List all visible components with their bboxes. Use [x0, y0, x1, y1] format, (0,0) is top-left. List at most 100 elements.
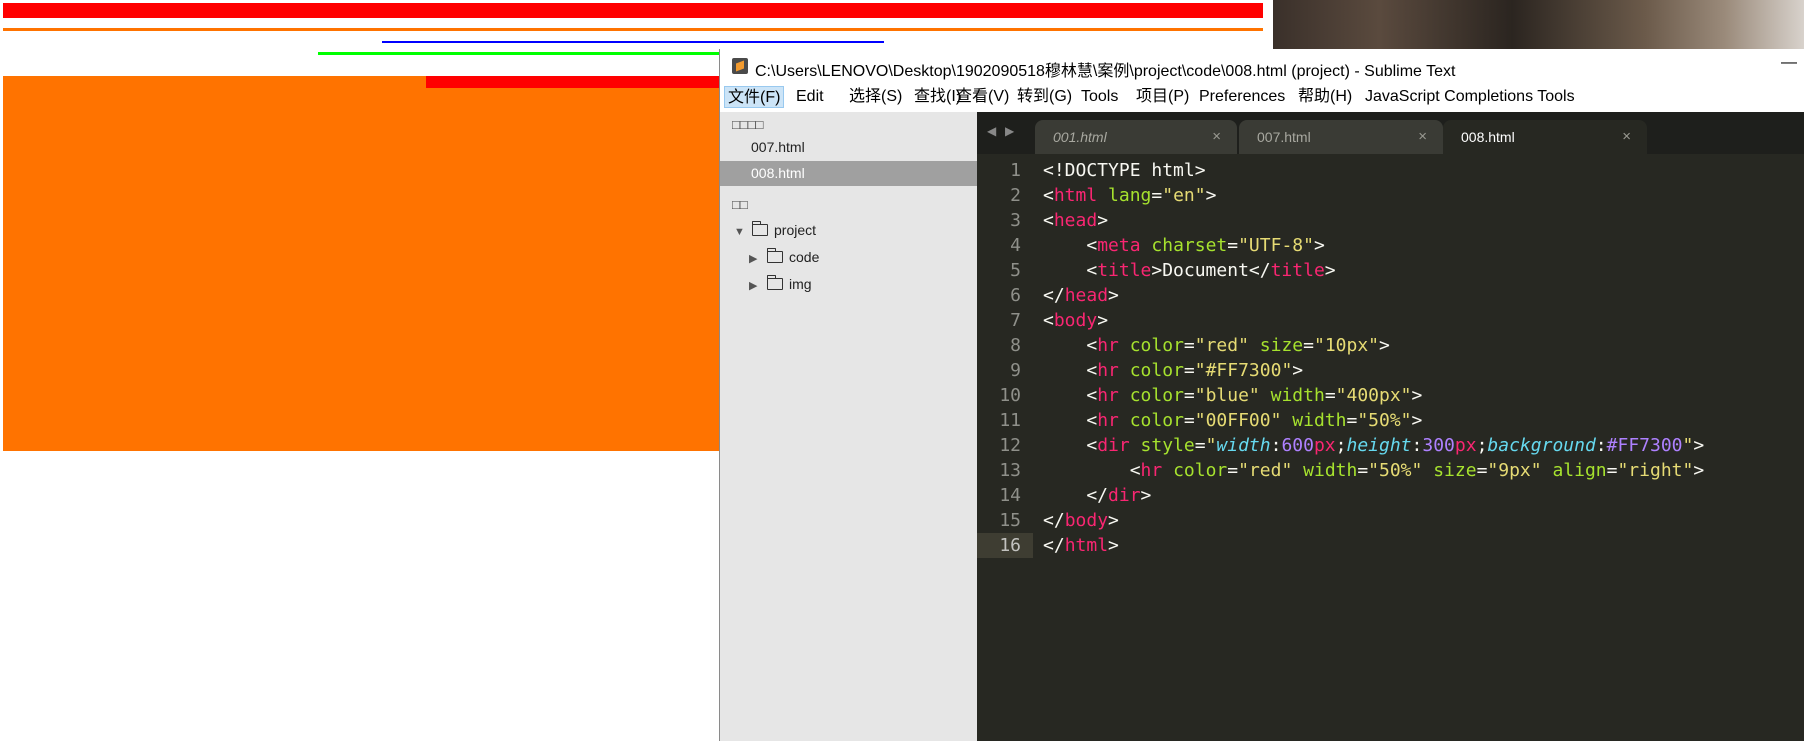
code-line: <head>	[1043, 208, 1108, 233]
code-token: ;	[1476, 435, 1488, 456]
code-token: head	[1064, 285, 1109, 306]
collapse-arrow-icon[interactable]: ▶	[749, 248, 763, 270]
tree-item-img[interactable]: ▶ img	[749, 273, 812, 295]
code-token: <	[1043, 185, 1054, 206]
code-token: "red"	[1194, 335, 1249, 356]
menu-tools[interactable]: Tools	[1078, 86, 1121, 108]
code-token: >	[1411, 385, 1423, 406]
tab-forward-icon[interactable]: ▶	[1005, 124, 1014, 138]
orange-dir-box	[3, 76, 753, 451]
code-line: <title>Document</title>	[1043, 258, 1336, 283]
code-token: color	[1129, 385, 1184, 406]
tab-001[interactable]: 001.html ×	[1035, 120, 1237, 154]
code-token: =	[1194, 435, 1206, 456]
code-token: ;	[1335, 435, 1347, 456]
open-files-header: □□□□	[732, 117, 764, 132]
line-number: 12	[999, 435, 1021, 456]
code-token: body	[1064, 510, 1109, 531]
menu-edit[interactable]: Edit	[793, 86, 827, 108]
open-file-item[interactable]: 007.html	[720, 135, 977, 160]
code-token: =	[1183, 335, 1195, 356]
code-token: hr	[1097, 385, 1119, 406]
menu-preferences[interactable]: Preferences	[1196, 86, 1288, 108]
code-token: color	[1129, 410, 1184, 431]
code-token: body	[1053, 310, 1098, 331]
code-token: width	[1216, 435, 1271, 456]
code-area[interactable]: 1 2 3 4 5 6 7 8 9 10 11 12 13 14 15 16 <!DOCTYPE html> <h…	[977, 154, 1804, 741]
code-token: width	[1292, 410, 1347, 431]
code-token: px	[1454, 435, 1477, 456]
tab-close-icon[interactable]: ×	[1418, 128, 1427, 145]
tab-close-icon[interactable]: ×	[1622, 128, 1631, 145]
expand-arrow-icon[interactable]: ▼	[734, 221, 748, 243]
code-token: >	[1324, 260, 1336, 281]
tree-item-project[interactable]: ▼ project	[734, 219, 816, 241]
code-token: "UTF-8"	[1238, 235, 1314, 256]
menu-bar: 文件(F) Edit 选择(S) 查找(I) 查看(V) 转到(G) Tools…	[720, 82, 1804, 112]
code-token: color	[1129, 335, 1184, 356]
code-token: >	[1693, 435, 1705, 456]
code-line: </dir>	[1043, 483, 1151, 508]
code-token: lang	[1108, 185, 1152, 206]
menu-project[interactable]: 项目(P)	[1133, 86, 1192, 108]
menu-help[interactable]: 帮助(H)	[1295, 86, 1355, 108]
code-token: "9px"	[1487, 460, 1542, 481]
line-number: 1	[1010, 160, 1021, 181]
tab-back-icon[interactable]: ◀	[987, 124, 996, 138]
code-token: <	[1043, 385, 1098, 406]
code-token: >	[1313, 235, 1325, 256]
tab-bar: ◀ ▶ 001.html × 007.html × 008.html ×	[977, 112, 1804, 154]
code-line: </head>	[1043, 283, 1119, 308]
code-token: <	[1043, 460, 1141, 481]
code-token: :	[1411, 435, 1423, 456]
tab-007[interactable]: 007.html ×	[1239, 120, 1443, 154]
open-file-item-selected[interactable]: 008.html	[720, 161, 977, 186]
code-token: hr	[1140, 460, 1163, 481]
code-token: <	[1043, 310, 1054, 331]
sublime-window: C:\Users\LENOVO\Desktop\1902090518穆林慧\案例…	[719, 49, 1804, 741]
code-token: =	[1357, 460, 1369, 481]
code-token: size	[1433, 460, 1477, 481]
code-token: title	[1270, 260, 1325, 281]
code-token: title	[1097, 260, 1152, 281]
minimize-button[interactable]: —	[1781, 54, 1797, 72]
tab-close-icon[interactable]: ×	[1212, 128, 1221, 145]
code-token: "400px"	[1335, 385, 1412, 406]
code-token: html	[1053, 185, 1098, 206]
code-token: style	[1140, 435, 1195, 456]
code-token: >	[1108, 285, 1119, 306]
code-token: meta	[1097, 235, 1141, 256]
open-file-label: 008.html	[751, 165, 805, 181]
code-line: <!DOCTYPE html>	[1043, 158, 1206, 183]
tree-item-code[interactable]: ▶ code	[749, 246, 819, 268]
code-token: width	[1270, 385, 1325, 406]
tree-item-label: code	[789, 249, 820, 265]
tab-008-active[interactable]: 008.html ×	[1443, 120, 1647, 154]
menu-selection[interactable]: 选择(S)	[846, 86, 905, 108]
menu-file[interactable]: 文件(F)	[724, 86, 785, 108]
menu-goto[interactable]: 转到(G)	[1014, 86, 1075, 108]
line-number: 6	[1010, 285, 1021, 306]
menu-js-completions[interactable]: JavaScript Completions Tools	[1362, 86, 1578, 108]
code-token: =	[1183, 360, 1195, 381]
menu-view[interactable]: 查看(V)	[953, 86, 1012, 108]
line-number: 9	[1010, 360, 1021, 381]
code-token: =	[1183, 385, 1195, 406]
code-token: color	[1129, 360, 1184, 381]
code-token: >	[1205, 185, 1217, 206]
code-line: <hr color="00FF00" width="50%">	[1043, 408, 1422, 433]
code-token: >	[1108, 535, 1119, 556]
code-token: 600	[1281, 435, 1314, 456]
title-bar[interactable]: C:\Users\LENOVO\Desktop\1902090518穆林慧\案例…	[720, 49, 1804, 82]
collapse-arrow-icon[interactable]: ▶	[749, 275, 763, 297]
code-line: <hr color="red" width="50%" size="9px" a…	[1043, 458, 1704, 483]
hr-inner-red-line	[426, 76, 753, 88]
line-number: 7	[1010, 310, 1021, 331]
